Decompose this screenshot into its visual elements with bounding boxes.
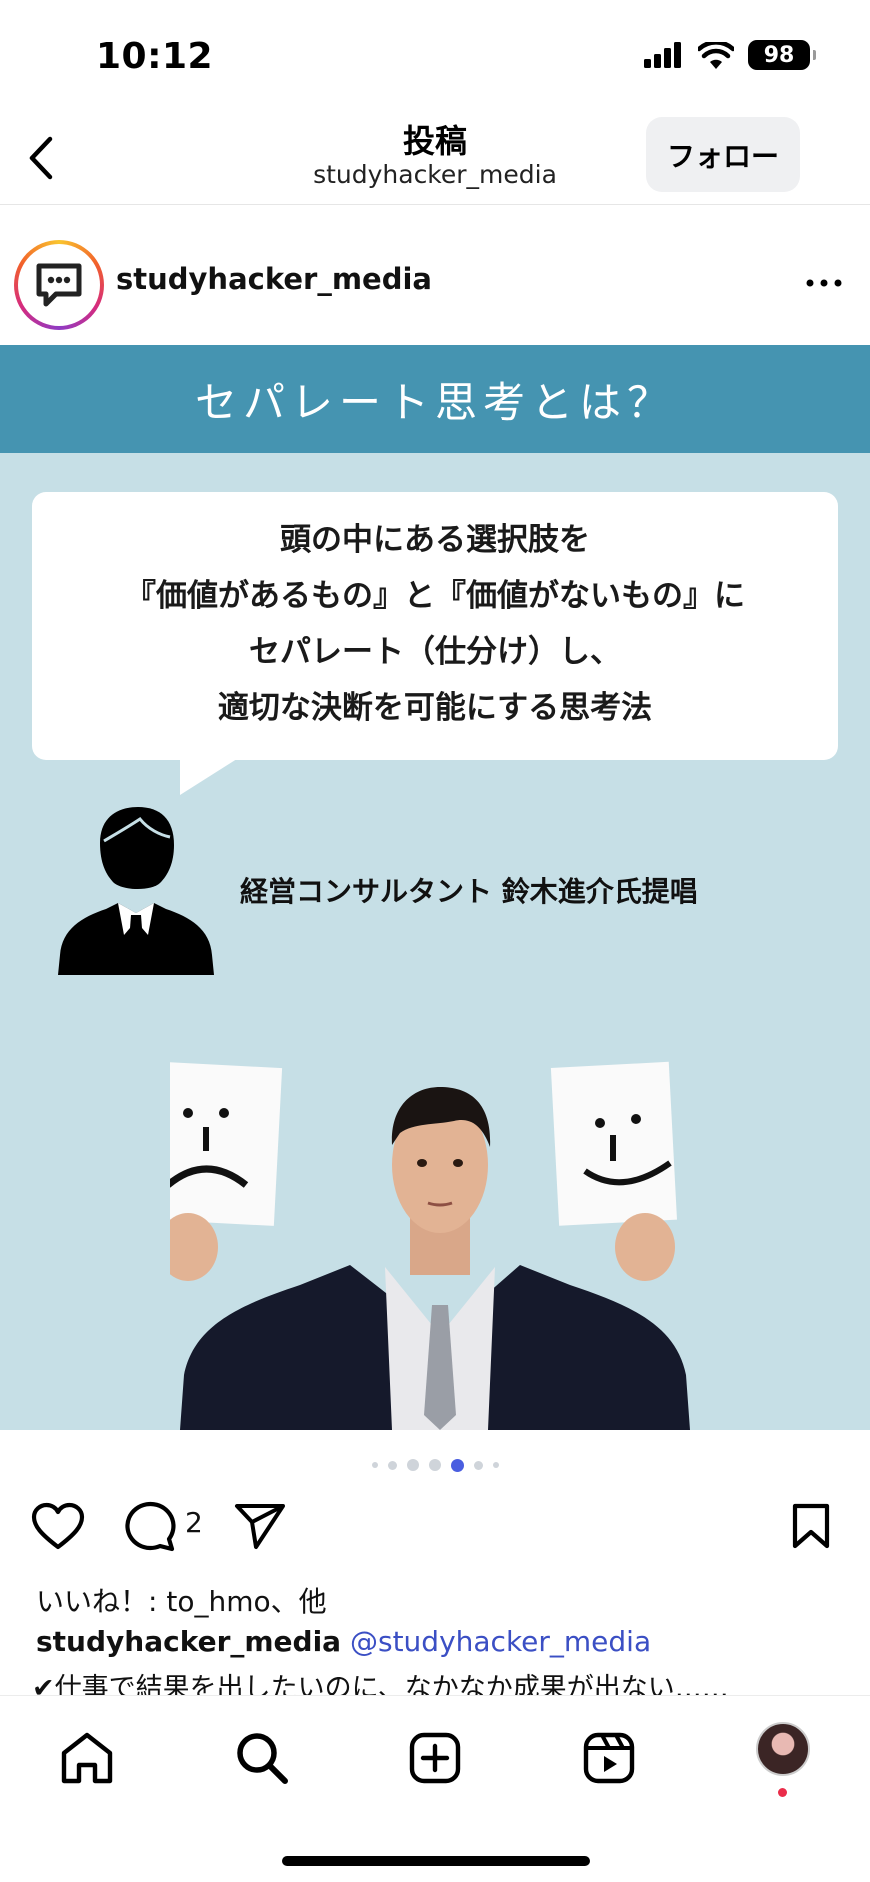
caption-header: studyhacker_media @studyhacker_media <box>36 1625 651 1658</box>
post-image[interactable]: セパレート思考とは？ 頭の中にある選択肢を 『価値があるもの』と『価値がないもの… <box>0 345 870 1430</box>
create-icon <box>409 1732 461 1784</box>
businessman-icon <box>58 807 214 975</box>
status-time: 10:12 <box>96 36 214 77</box>
carousel-dot <box>406 1459 419 1471</box>
comment-icon <box>125 1501 176 1552</box>
speech-bubble-tail <box>180 757 240 795</box>
more-dots-icon <box>806 279 842 287</box>
home-icon <box>61 1732 113 1784</box>
post-username[interactable]: studyhacker_media <box>116 262 432 296</box>
caption-username[interactable]: studyhacker_media <box>36 1625 341 1658</box>
share-button[interactable] <box>232 1500 288 1552</box>
caption-mention[interactable]: @studyhacker_media <box>350 1625 651 1658</box>
save-button[interactable] <box>786 1500 836 1552</box>
tab-search[interactable] <box>230 1726 294 1790</box>
comment-count: 2 <box>185 1506 203 1539</box>
bottom-tab-bar <box>0 1695 870 1882</box>
businessman-holding-faces-illustration <box>170 1061 690 1430</box>
carousel-dot <box>492 1462 499 1468</box>
bubble-line: 適切な決断を可能にする思考法 <box>217 690 653 726</box>
bookmark-icon <box>792 1503 830 1549</box>
home-indicator <box>282 1856 590 1866</box>
carousel-dot <box>428 1459 441 1471</box>
follow-button[interactable]: フォロー <box>646 117 800 192</box>
carousel-dot <box>473 1460 483 1470</box>
search-icon <box>237 1733 288 1784</box>
carousel-dot <box>387 1460 397 1470</box>
notification-dot <box>778 1788 787 1797</box>
tab-home[interactable] <box>55 1726 119 1790</box>
tab-create[interactable] <box>403 1726 467 1790</box>
carousel-indicator <box>0 1457 870 1473</box>
status-icons: 98 <box>644 40 816 70</box>
bubble-line: 頭の中にある選択肢を <box>280 522 590 558</box>
account-avatar[interactable] <box>14 240 104 330</box>
battery-icon: 98 <box>748 40 816 70</box>
post-header: studyhacker_media <box>0 230 870 340</box>
post-nav-header: 投稿 studyhacker_media フォロー <box>0 110 870 205</box>
consultant-label: 経営コンサルタント 鈴木進介氏提唱 <box>240 875 698 908</box>
tab-profile-avatar[interactable] <box>756 1722 810 1776</box>
carousel-dot-active <box>450 1458 464 1472</box>
like-button[interactable] <box>28 1500 88 1552</box>
wifi-icon <box>698 41 734 69</box>
heart-icon <box>31 1502 85 1550</box>
bubble-line: セパレート（仕分け）し、 <box>249 634 621 670</box>
image-banner-title: セパレート思考とは？ <box>0 345 870 453</box>
bubble-line: 『価値があるもの』と『価値がないもの』に <box>125 578 745 614</box>
more-options-button[interactable] <box>804 268 844 298</box>
send-icon <box>235 1504 285 1549</box>
tab-reels[interactable] <box>577 1726 641 1790</box>
signal-icon <box>644 42 681 68</box>
reels-icon <box>583 1732 635 1784</box>
status-bar: 10:12 98 <box>0 0 870 110</box>
carousel-dot <box>371 1462 378 1468</box>
speech-bubble: 頭の中にある選択肢を 『価値があるもの』と『価値がないもの』に セパレート（仕分… <box>32 492 838 760</box>
comment-button[interactable] <box>120 1500 178 1552</box>
battery-level: 98 <box>763 42 795 68</box>
post-action-bar: 2 <box>0 1492 870 1558</box>
chat-bubble-logo-icon <box>36 263 82 307</box>
likes-text[interactable]: いいね！: to_hmo、他 <box>36 1580 327 1620</box>
